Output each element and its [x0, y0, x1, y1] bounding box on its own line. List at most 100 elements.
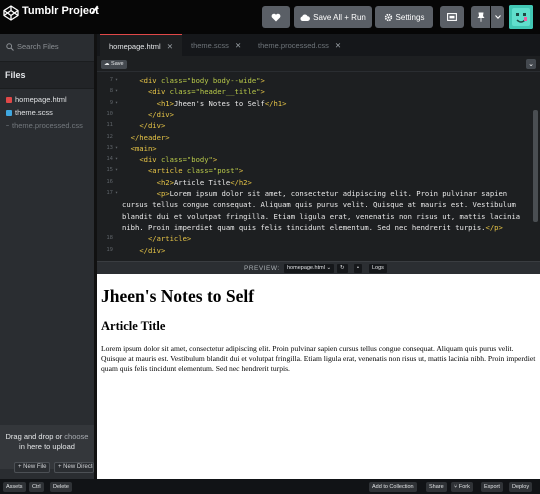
- file-label: homepage.html: [15, 95, 67, 104]
- fold-arrow-icon[interactable]: ▾: [115, 145, 118, 151]
- dash-icon: [6, 125, 9, 126]
- account-dropdown-button[interactable]: [491, 6, 504, 28]
- codepen-logo-icon[interactable]: [3, 5, 19, 21]
- files-heading: Files: [0, 61, 94, 89]
- file-label: theme.processed.css: [12, 121, 83, 130]
- code-token: class=: [160, 155, 187, 165]
- avatar[interactable]: [509, 5, 533, 29]
- code-token: <h1>: [156, 98, 174, 108]
- logs-button[interactable]: Logs: [369, 264, 387, 273]
- pin-icon: [477, 12, 484, 22]
- export-button[interactable]: Export: [481, 482, 503, 492]
- code-token: "post": [212, 166, 239, 176]
- choose-link[interactable]: choose: [64, 432, 88, 441]
- new-directory-button[interactable]: + New Directo: [54, 462, 94, 473]
- preview-file-select[interactable]: homepage.html ⌄: [284, 264, 335, 273]
- fold-arrow-icon[interactable]: ▾: [115, 77, 118, 83]
- code-editor[interactable]: 7 ▾ <div class="body body--wide"> 8 ▾ <div …: [97, 72, 540, 261]
- pin-button[interactable]: [471, 6, 490, 28]
- save-label: Save: [111, 61, 124, 67]
- code-line: </div>: [122, 120, 165, 131]
- line-number: 17: [106, 190, 113, 196]
- editor-menu-chevron-icon[interactable]: ⌄: [526, 59, 536, 69]
- code-token: nibh. Proin imperdiet quam quis felis ti…: [122, 222, 486, 232]
- line-number: 9: [109, 99, 113, 106]
- line-number: 14: [106, 156, 113, 163]
- fold-arrow-icon[interactable]: ▾: [115, 167, 118, 173]
- fold-arrow-icon[interactable]: ▾: [115, 156, 118, 162]
- layout-button[interactable]: [440, 6, 464, 28]
- code-line: </div>: [122, 245, 165, 256]
- ctrl-button[interactable]: Ctrl: [29, 482, 44, 492]
- preview-label: PREVIEW:: [244, 265, 280, 272]
- tab-label: homepage.html: [109, 42, 161, 51]
- cloud-icon: [300, 13, 311, 21]
- tab-theme-scss[interactable]: theme.scss ✕: [191, 34, 241, 56]
- code-token: </p>: [485, 222, 503, 232]
- code-token: </h1>: [264, 98, 287, 108]
- refresh-button[interactable]: ↻: [337, 264, 348, 273]
- code-line: </div>: [122, 109, 174, 120]
- html-file-icon: [6, 96, 12, 103]
- tab-homepage-html[interactable]: homepage.html ✕: [100, 34, 182, 56]
- file-item-theme-scss[interactable]: theme.scss: [6, 108, 53, 117]
- new-file-button[interactable]: + New File: [14, 462, 50, 473]
- save-all-run-label: Save All + Run: [313, 12, 366, 22]
- file-item-theme-processed-css[interactable]: theme.processed.css: [6, 121, 83, 130]
- preview-file-value: homepage.html: [287, 265, 325, 271]
- fork-label: Fork: [458, 484, 470, 490]
- search-files-input[interactable]: Search Files: [6, 42, 59, 51]
- fold-arrow-icon[interactable]: ▾: [115, 190, 118, 196]
- assets-button[interactable]: Assets: [3, 482, 26, 492]
- preview-heading: Jheen's Notes to Self: [101, 286, 255, 306]
- code-line: <div class="body body--wide">: [122, 75, 265, 86]
- code-line: cursus tellus congue consequat. Aliquam …: [122, 199, 516, 210]
- settings-button[interactable]: Settings: [375, 6, 433, 28]
- pencil-icon[interactable]: [91, 5, 99, 15]
- code-token: class=: [186, 166, 213, 176]
- editor-scrollbar[interactable]: [533, 110, 538, 222]
- save-button[interactable]: ☁ Save: [101, 60, 127, 69]
- code-token: </article>: [147, 234, 192, 244]
- tab-label: theme.scss: [191, 41, 229, 50]
- close-icon[interactable]: ✕: [235, 41, 241, 50]
- code-token: blandit dui et volutpat fringilla. Etiam…: [122, 211, 521, 221]
- close-icon[interactable]: ✕: [167, 42, 173, 51]
- heart-button[interactable]: [262, 6, 290, 28]
- fold-arrow-icon[interactable]: ▾: [115, 88, 118, 94]
- upload-text: Drag and drop or: [5, 432, 63, 441]
- preview-bar: PREVIEW: homepage.html ⌄ ↻ • Logs: [97, 261, 540, 274]
- tab-theme-processed-css[interactable]: theme.processed.css ✕: [258, 34, 341, 56]
- code-token: </div>: [139, 121, 166, 131]
- avatar-face-icon: [509, 5, 533, 29]
- detach-button[interactable]: •: [354, 264, 362, 273]
- code-token: </div>: [147, 109, 174, 119]
- line-number: 10: [106, 110, 113, 117]
- fork-button[interactable]: ⑂ Fork: [451, 482, 473, 492]
- code-token: </header>: [130, 132, 170, 142]
- add-to-collection-button[interactable]: Add to Collection: [369, 482, 417, 492]
- file-item-homepage-html[interactable]: homepage.html: [6, 95, 67, 104]
- settings-label: Settings: [395, 12, 425, 22]
- deploy-button[interactable]: Deploy: [509, 482, 533, 492]
- code-token: >: [212, 155, 218, 165]
- heart-icon: [271, 13, 281, 21]
- code-token: class=: [160, 76, 187, 85]
- close-icon[interactable]: ✕: [335, 41, 341, 50]
- save-all-run-button[interactable]: Save All + Run: [294, 6, 372, 28]
- fork-icon: ⑂: [454, 484, 458, 490]
- editor-toolbar: ☁ Save ⌄: [97, 56, 540, 72]
- app-window: Tumblr Project Save All + Run Settings S…: [0, 0, 540, 494]
- fold-arrow-icon[interactable]: ▾: [115, 100, 118, 106]
- top-bar: Tumblr Project Save All + Run Settings: [0, 0, 540, 34]
- line-number: 8: [109, 88, 113, 95]
- code-line: </header>: [122, 132, 170, 143]
- scss-file-icon: [6, 109, 12, 116]
- sidebar: Search Files Files homepage.html theme.s…: [0, 34, 94, 479]
- code-token: >: [238, 166, 244, 176]
- code-line: <div class="body">: [122, 154, 217, 165]
- delete-button[interactable]: Delete: [50, 482, 72, 492]
- share-button[interactable]: Share: [426, 482, 447, 492]
- line-number: 11: [106, 122, 113, 129]
- code-line: <h1>Jheen's Notes to Self</h1>: [122, 98, 287, 109]
